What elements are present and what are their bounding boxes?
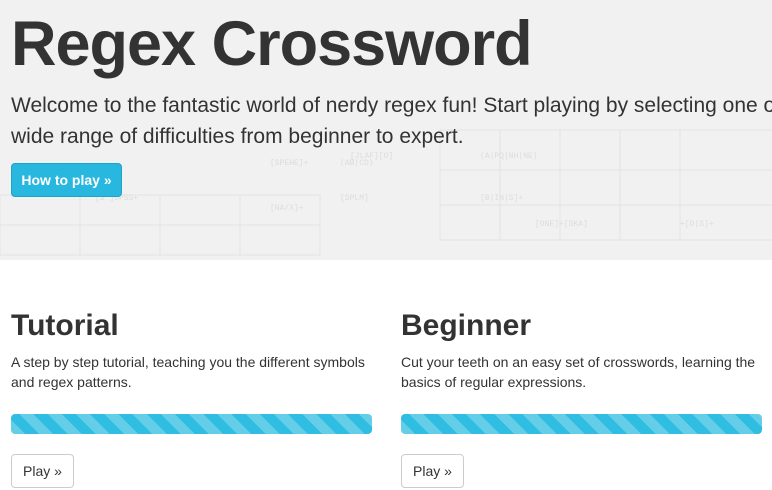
hero-description: Welcome to the fantastic world of nerdy … <box>11 90 772 152</box>
svg-text:[SPLM]: [SPLM] <box>340 194 369 203</box>
play-beginner-button[interactable]: Play » <box>401 454 464 488</box>
tutorial-card: Tutorial A step by step tutorial, teachi… <box>11 300 372 488</box>
progress-fill <box>401 414 762 434</box>
progress-bar <box>401 414 762 434</box>
hero-banner: [SPEHE]+ (AB|CD) [NA/X]+ [SPLM] (A|PQ|NH… <box>0 0 772 260</box>
svg-text:(A|PQ|NH|NE): (A|PQ|NH|NE) <box>480 152 538 161</box>
card-title: Beginner <box>401 309 532 342</box>
how-to-play-button[interactable]: How to play » <box>11 163 122 197</box>
svg-text:[B|IN|S]+: [B|IN|S]+ <box>480 194 523 203</box>
svg-text:[NA/X]+: [NA/X]+ <box>270 204 304 213</box>
svg-text:[SPEHE]+: [SPEHE]+ <box>270 159 309 168</box>
svg-text:[ONE]+[SKA]: [ONE]+[SKA] <box>535 220 588 229</box>
card-title: Tutorial <box>11 309 119 342</box>
card-description: Cut your teeth on an easy set of crosswo… <box>401 354 756 390</box>
progress-bar <box>11 414 372 434</box>
hero-description-line-1: Welcome to the fantastic world of nerdy … <box>11 94 772 117</box>
hero-description-line-2: wide range of difficulties from beginner… <box>11 125 464 148</box>
beginner-card: Beginner Cut your teeth on an easy set o… <box>401 300 762 488</box>
play-tutorial-button[interactable]: Play » <box>11 454 74 488</box>
page-title: Regex Crossword <box>11 9 533 79</box>
svg-text:+[D|S]+: +[D|S]+ <box>680 220 714 229</box>
svg-text:[JLAF][O]: [JLAF][O] <box>350 152 393 161</box>
progress-fill <box>11 414 372 434</box>
card-description: A step by step tutorial, teaching you th… <box>11 354 365 390</box>
